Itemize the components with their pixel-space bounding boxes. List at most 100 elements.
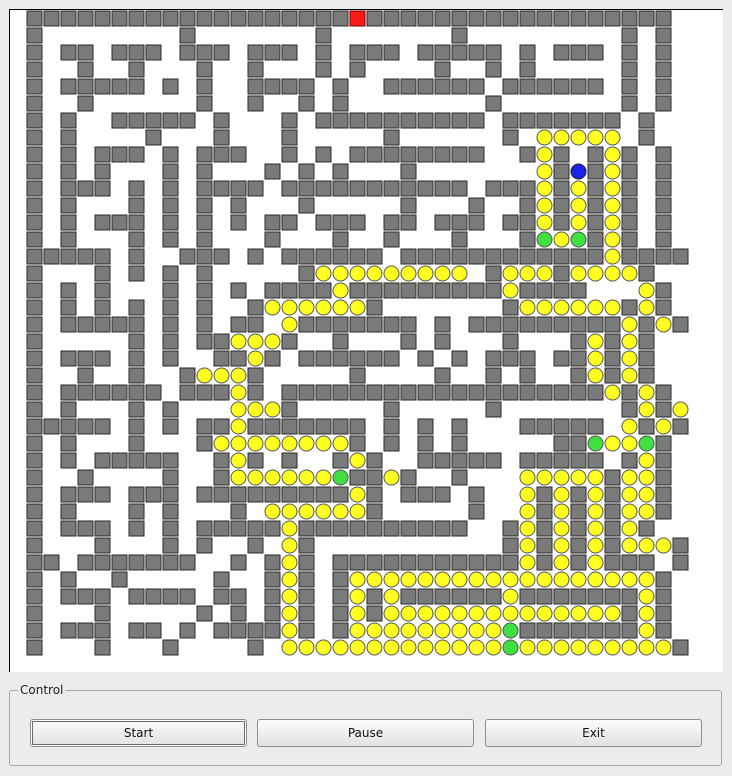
wall-cell (128, 486, 145, 503)
wall-cell (26, 333, 43, 350)
wall-cell (400, 520, 417, 537)
wall-cell (536, 10, 553, 27)
wall-cell (468, 503, 485, 520)
wall-cell (26, 61, 43, 78)
wall-cell (519, 146, 536, 163)
wall-cell (434, 112, 451, 129)
wall-cell (417, 554, 434, 571)
wall-cell (111, 554, 128, 571)
wall-cell (60, 316, 77, 333)
wall-cell (383, 231, 400, 248)
wall-cell (196, 231, 213, 248)
pause-button[interactable]: Pause (257, 719, 474, 747)
wall-cell (383, 554, 400, 571)
visited-path-dot (621, 418, 638, 435)
wall-cell (570, 622, 587, 639)
wall-cell (179, 384, 196, 401)
wall-cell (536, 248, 553, 265)
visited-path-dot (298, 639, 315, 656)
current-position-dot (570, 163, 587, 180)
wall-cell (213, 44, 230, 61)
wall-cell (332, 486, 349, 503)
wall-cell (196, 78, 213, 95)
wall-cell (128, 197, 145, 214)
wall-cell (383, 282, 400, 299)
wall-cell (111, 316, 128, 333)
wall-cell (536, 554, 553, 571)
visited-path-dot (655, 316, 672, 333)
visited-path-dot (604, 146, 621, 163)
wall-cell (281, 146, 298, 163)
visited-path-dot (587, 367, 604, 384)
wall-cell (230, 605, 247, 622)
wall-cell (400, 180, 417, 197)
wall-cell (553, 435, 570, 452)
wall-cell (196, 316, 213, 333)
wall-cell (196, 486, 213, 503)
wall-cell (621, 61, 638, 78)
wall-cell (196, 61, 213, 78)
wall-cell (298, 537, 315, 554)
wall-cell (366, 469, 383, 486)
wall-cell (451, 78, 468, 95)
wall-cell (621, 180, 638, 197)
wall-cell (536, 282, 553, 299)
wall-cell (298, 622, 315, 639)
wall-cell (94, 265, 111, 282)
wall-cell (247, 520, 264, 537)
wall-cell (332, 333, 349, 350)
wall-cell (672, 316, 689, 333)
wall-cell (94, 78, 111, 95)
branch-point-dot (502, 622, 519, 639)
wall-cell (434, 367, 451, 384)
wall-cell (315, 146, 332, 163)
wall-cell (111, 44, 128, 61)
wall-cell (570, 452, 587, 469)
visited-path-dot (417, 639, 434, 656)
wall-cell (417, 146, 434, 163)
visited-path-dot (383, 571, 400, 588)
wall-cell (383, 214, 400, 231)
visited-path-dot (621, 316, 638, 333)
wall-cell (383, 384, 400, 401)
wall-cell (468, 588, 485, 605)
wall-cell (162, 78, 179, 95)
visited-path-dot (604, 248, 621, 265)
wall-cell (162, 639, 179, 656)
wall-cell (519, 44, 536, 61)
wall-cell (26, 486, 43, 503)
wall-cell (502, 384, 519, 401)
wall-cell (247, 316, 264, 333)
wall-cell (366, 452, 383, 469)
wall-cell (26, 452, 43, 469)
wall-cell (621, 44, 638, 61)
wall-cell (60, 435, 77, 452)
wall-cell (332, 231, 349, 248)
wall-cell (196, 299, 213, 316)
wall-cell (417, 520, 434, 537)
wall-cell (638, 10, 655, 27)
start-button[interactable]: Start (30, 719, 247, 747)
wall-cell (536, 384, 553, 401)
wall-cell (94, 10, 111, 27)
wall-cell (468, 486, 485, 503)
visited-path-dot (196, 367, 213, 384)
wall-cell (26, 571, 43, 588)
wall-cell (366, 10, 383, 27)
wall-cell (502, 520, 519, 537)
exit-button[interactable]: Exit (485, 719, 702, 747)
wall-cell (60, 503, 77, 520)
wall-cell (128, 10, 145, 27)
wall-cell (434, 78, 451, 95)
wall-cell (655, 180, 672, 197)
visited-path-dot (570, 299, 587, 316)
wall-cell (570, 503, 587, 520)
wall-cell (94, 418, 111, 435)
wall-cell (502, 299, 519, 316)
wall-cell (655, 622, 672, 639)
wall-cell (417, 350, 434, 367)
wall-cell (213, 418, 230, 435)
wall-cell (94, 214, 111, 231)
wall-cell (111, 214, 128, 231)
wall-cell (43, 248, 60, 265)
